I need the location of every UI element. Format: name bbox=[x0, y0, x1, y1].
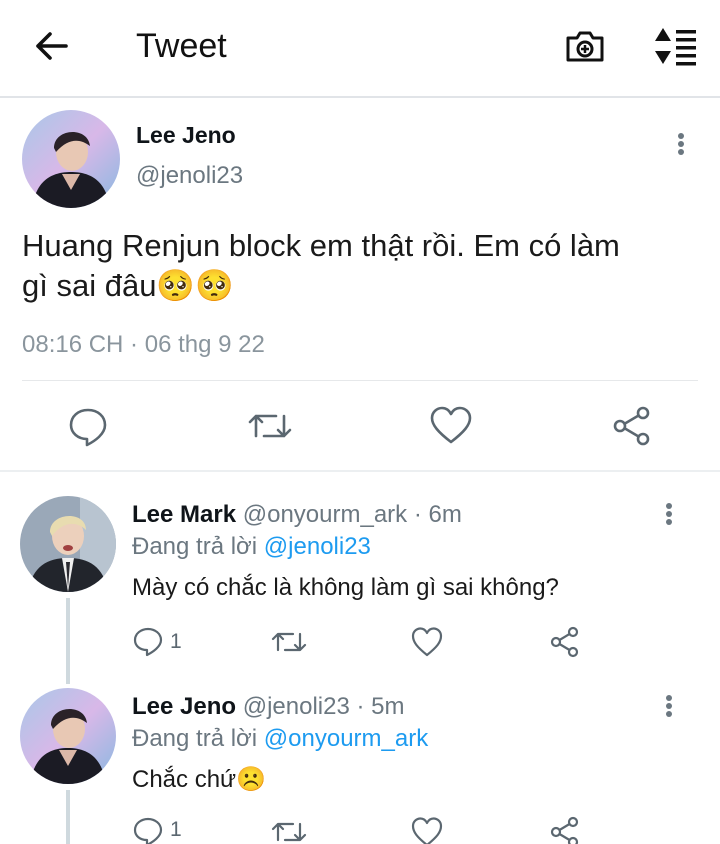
heart-icon bbox=[411, 627, 443, 657]
replying-to-label: Đang trả lời bbox=[132, 533, 258, 560]
tweet-text-line-1: Huang Renjun block em thật rồi. Em có là… bbox=[22, 228, 620, 263]
author-name[interactable]: Lee Jeno bbox=[132, 693, 236, 720]
replying-to-label: Đang trả lời bbox=[132, 725, 258, 752]
thread-line bbox=[66, 790, 70, 844]
back-arrow-icon bbox=[36, 32, 68, 60]
reply-icon bbox=[69, 408, 107, 447]
retweet-button[interactable] bbox=[270, 814, 310, 844]
heart-icon bbox=[430, 406, 472, 444]
reply-meta: @onyourm_ark · 6m bbox=[242, 501, 462, 528]
author-handle[interactable]: @jenoli23 bbox=[136, 160, 243, 192]
like-button[interactable] bbox=[410, 622, 446, 662]
reply-count: 1 bbox=[170, 630, 182, 653]
retweet-icon bbox=[248, 414, 292, 438]
more-vertical-icon bbox=[666, 695, 672, 717]
avatar[interactable] bbox=[22, 110, 120, 208]
replying-to-handle[interactable]: @jenoli23 bbox=[264, 533, 371, 560]
avatar[interactable] bbox=[20, 688, 116, 784]
reply-count: 1 bbox=[170, 818, 182, 841]
reply-text: Chắc chứ☹️ bbox=[132, 766, 266, 793]
retweet-icon bbox=[271, 632, 307, 652]
reply-header: Lee Mark @onyourm_ark · 6m bbox=[132, 500, 462, 530]
reply-meta: @jenoli23 · 5m bbox=[242, 693, 405, 720]
avatar-image bbox=[22, 110, 120, 208]
section-divider bbox=[0, 470, 720, 472]
more-vertical-icon bbox=[678, 133, 684, 155]
more-options-button[interactable] bbox=[654, 496, 684, 536]
more-options-button[interactable] bbox=[666, 124, 696, 164]
share-icon bbox=[550, 626, 579, 658]
divider bbox=[22, 380, 698, 381]
retweet-button[interactable] bbox=[246, 404, 294, 448]
reply-icon bbox=[133, 627, 163, 657]
share-icon bbox=[613, 406, 650, 446]
sort-button[interactable] bbox=[646, 22, 702, 70]
tweet-text-line-2: gì sai đâu🥺🥺 bbox=[22, 268, 234, 303]
camera-icon bbox=[566, 31, 604, 62]
replying-to: Đang trả lời @onyourm_ark bbox=[132, 724, 428, 754]
more-options-button[interactable] bbox=[654, 688, 684, 728]
app-bar-divider bbox=[0, 96, 720, 98]
avatar-image bbox=[20, 688, 116, 784]
share-button[interactable] bbox=[548, 622, 584, 662]
replying-to-handle[interactable]: @onyourm_ark bbox=[264, 725, 428, 752]
sort-icon bbox=[655, 28, 696, 66]
avatar[interactable] bbox=[20, 496, 116, 592]
reply-button[interactable]: 1 bbox=[132, 622, 192, 662]
more-vertical-icon bbox=[666, 503, 672, 525]
retweet-icon bbox=[271, 822, 307, 842]
reply-header: Lee Jeno @jenoli23 · 5m bbox=[132, 692, 404, 722]
thread-line bbox=[66, 598, 70, 684]
retweet-button[interactable] bbox=[270, 622, 310, 662]
heart-icon bbox=[411, 817, 443, 844]
screenshot-button[interactable] bbox=[560, 22, 610, 70]
back-button[interactable] bbox=[22, 22, 82, 70]
reply-button[interactable]: 1 bbox=[132, 814, 192, 844]
author-name[interactable]: Lee Mark bbox=[132, 501, 236, 528]
like-button[interactable] bbox=[428, 404, 474, 448]
avatar-image bbox=[20, 496, 116, 592]
tweet-timestamp[interactable]: 08:16 CH · 06 thg 9 22 bbox=[22, 330, 265, 360]
reply-button[interactable] bbox=[66, 404, 112, 448]
replying-to: Đang trả lời @jenoli23 bbox=[132, 532, 371, 562]
like-button[interactable] bbox=[410, 814, 446, 844]
share-button[interactable] bbox=[610, 404, 654, 448]
app-bar bbox=[0, 0, 720, 96]
reply-text: Mày có chắc là không làm gì sai không? bbox=[132, 574, 559, 601]
reply-icon bbox=[133, 817, 163, 844]
page-title: Tweet bbox=[136, 27, 227, 65]
author-name[interactable]: Lee Jeno bbox=[136, 120, 236, 150]
share-icon bbox=[550, 816, 579, 844]
share-button[interactable] bbox=[548, 814, 584, 844]
